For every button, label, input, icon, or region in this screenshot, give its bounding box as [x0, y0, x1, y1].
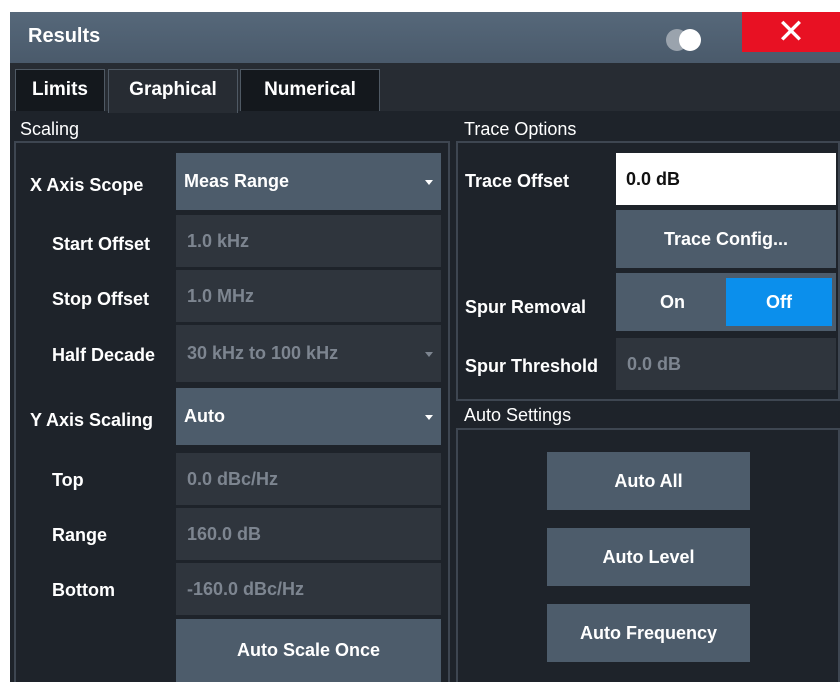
top-field: 0.0 dBc/Hz [176, 453, 441, 505]
bottom-label: Bottom [52, 580, 115, 600]
start-offset-field: 1.0 kHz [176, 215, 441, 267]
tab-graphical[interactable]: Graphical [108, 69, 238, 113]
auto-settings-group-title: Auto Settings [464, 405, 572, 425]
title-bar: Results ✕ [10, 12, 840, 63]
x-axis-scope-value: Meas Range [184, 171, 290, 191]
close-button[interactable]: ✕ [742, 12, 840, 52]
x-axis-scope-label: X Axis Scope [30, 175, 144, 195]
spur-removal-off-option[interactable]: Off [726, 278, 832, 326]
spur-removal-label: Spur Removal [465, 297, 587, 317]
half-decade-dropdown: 30 kHz to 100 kHz [176, 325, 441, 382]
auto-all-button[interactable]: Auto All [547, 452, 750, 510]
range-label: Range [52, 525, 108, 545]
tab-strip: Limits Graphical Numerical [10, 63, 840, 113]
close-icon: ✕ [776, 13, 806, 51]
half-decade-value: 30 kHz to 100 kHz [187, 343, 339, 363]
y-axis-scaling-label: Y Axis Scaling [30, 410, 154, 430]
stop-offset-field: 1.0 MHz [176, 270, 441, 322]
spur-threshold-label: Spur Threshold [465, 356, 599, 376]
transparency-toggle-icon[interactable] [666, 29, 704, 51]
stop-offset-label: Stop Offset [52, 289, 149, 309]
x-axis-scope-dropdown[interactable]: Meas Range [176, 153, 441, 210]
tab-limits[interactable]: Limits [15, 69, 105, 111]
y-axis-scaling-dropdown[interactable]: Auto [176, 388, 441, 445]
trace-config-button[interactable]: Trace Config... [616, 210, 836, 268]
auto-scale-once-button[interactable]: Auto Scale Once [176, 619, 441, 682]
bottom-field: -160.0 dBc/Hz [176, 563, 441, 615]
chevron-down-icon [425, 179, 433, 185]
spur-removal-on-option[interactable]: On [660, 292, 685, 313]
dialog-title: Results [28, 25, 101, 47]
auto-level-button[interactable]: Auto Level [547, 528, 750, 586]
chevron-down-icon [425, 414, 433, 420]
results-dialog: Results ✕ Limits Graphical Numerical Sca… [10, 12, 840, 682]
scaling-group-title: Scaling [20, 119, 80, 139]
tab-numerical[interactable]: Numerical [240, 69, 380, 111]
trace-options-group-title: Trace Options [464, 119, 577, 139]
range-field: 160.0 dB [176, 508, 441, 560]
half-decade-label: Half Decade [52, 345, 156, 365]
auto-frequency-button[interactable]: Auto Frequency [547, 604, 750, 662]
spur-threshold-field: 0.0 dB [616, 338, 836, 390]
trace-offset-label: Trace Offset [465, 171, 570, 191]
trace-offset-input[interactable]: 0.0 dB [616, 153, 836, 205]
top-label: Top [52, 470, 84, 490]
start-offset-label: Start Offset [52, 234, 151, 254]
chevron-down-icon [425, 351, 433, 357]
y-axis-scaling-value: Auto [184, 406, 225, 426]
